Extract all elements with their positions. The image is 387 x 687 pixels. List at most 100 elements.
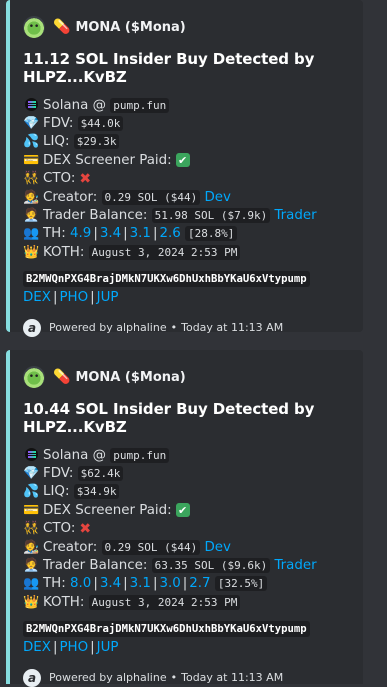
cross-icon: ✖ (79, 520, 92, 537)
quick-links: DEX | PHO | JUP (23, 290, 119, 306)
cto-line: 👯 CTO: ✖ (23, 520, 349, 538)
crown-icon: 👑 (23, 594, 40, 610)
cross-icon: ✖ (79, 170, 92, 187)
trader-icon: 🧑‍💼 (23, 208, 40, 224)
cto-label: CTO: (43, 521, 76, 537)
alphaline-icon: a (23, 318, 41, 337)
th-link[interactable]: 2.6 (159, 226, 180, 241)
creator-value: 0.29 SOL ($44) (101, 189, 201, 205)
pho-link[interactable]: PHO (59, 640, 88, 655)
dex-paid-label: DEX Screener Paid: (43, 502, 172, 518)
dex-paid-label: DEX Screener Paid: (43, 152, 172, 168)
embed-title: 10.44 SOL Insider Buy Detected by HLPZ..… (23, 400, 315, 436)
people-icon: 👯 (23, 171, 40, 187)
trader-label: Trader Balance: (43, 208, 148, 224)
footer-time: Today at 11:13 AM (181, 321, 284, 335)
cto-line: 👯 CTO: ✖ (23, 170, 349, 188)
th-line: 👥 TH: 8.0 | 3.4 | 3.1 | 3.0 | 2.7 [32.5%] (23, 575, 349, 593)
th-line: 👥 TH: 4.9 | 3.4 | 3.1 | 2.6 [28.8%] (23, 225, 349, 243)
fdv-line: 💎 FDV: $62.4k (23, 464, 349, 482)
people-icon: 👯 (23, 521, 40, 537)
author-name: MONA ($Mona) (75, 369, 186, 385)
chain-line: Solana @ pump.fun (23, 446, 349, 464)
footer-text: Powered by alphaline (49, 671, 167, 685)
trader-label: Trader Balance: (43, 558, 148, 574)
gem-icon: 💎 (23, 116, 40, 132)
pill-icon: 💊 (53, 369, 71, 385)
th-label: TH: (43, 226, 66, 242)
koth-value: August 3, 2024 2:53 PM (88, 594, 241, 610)
droplets-icon: 💦 (23, 134, 40, 150)
koth-line: 👑 KOTH: August 3, 2024 2:53 PM (23, 243, 349, 261)
creator-line: 🧑‍🎨 Creator: 0.29 SOL ($44) Dev (23, 188, 349, 206)
holders-icon: 👥 (23, 226, 40, 242)
th-link[interactable]: 3.1 (130, 226, 151, 241)
cto-label: CTO: (43, 171, 76, 187)
quick-links: DEX | PHO | JUP (23, 640, 119, 656)
alert-embed: •• 💊 MONA ($Mona) 11.12 SOL Insider Buy … (6, 0, 363, 337)
check-icon: ✔ (175, 503, 190, 518)
dex-screener-icon: 💳 (23, 152, 40, 168)
contract-address[interactable]: B2MWQnPXG4BrajDMkN7UKXw6DhUxhBbYKaU6xVty… (23, 620, 310, 637)
droplets-icon: 💦 (23, 484, 40, 500)
th-link[interactable]: 8.0 (70, 576, 91, 591)
embed-footer: a Powered by alphaline • Today at 11:13 AM (23, 318, 349, 337)
fdv-label: FDV: (43, 116, 74, 132)
th-label: TH: (43, 576, 66, 592)
fdv-label: FDV: (43, 466, 74, 482)
th-link[interactable]: 2.7 (189, 576, 210, 591)
chain-value: pump.fun (110, 447, 170, 463)
trader-line: 🧑‍💼 Trader Balance: 51.98 SOL ($7.9k) Tr… (23, 206, 349, 224)
creator-line: 🧑‍🎨 Creator: 0.29 SOL ($44) Dev (23, 538, 349, 556)
pill-icon: 💊 (53, 19, 71, 35)
liq-line: 💦 LIQ: $29.3k (23, 133, 349, 151)
contract-address[interactable]: B2MWQnPXG4BrajDMkN7UKXw6DhUxhBbYKaU6xVty… (23, 270, 310, 287)
th-link[interactable]: 3.1 (130, 576, 151, 591)
author-avatar[interactable]: •• (23, 366, 45, 388)
dex-link[interactable]: DEX (23, 290, 51, 305)
liq-value: $29.3k (73, 134, 120, 150)
footer-time: Today at 11:13 AM (181, 671, 284, 685)
koth-line: 👑 KOTH: August 3, 2024 2:53 PM (23, 593, 349, 611)
dev-link[interactable]: Dev (204, 190, 230, 205)
liq-label: LIQ: (43, 134, 70, 150)
trader-link[interactable]: Trader (274, 208, 316, 223)
author-name: MONA ($Mona) (75, 19, 186, 35)
dex-link[interactable]: DEX (23, 640, 51, 655)
pho-link[interactable]: PHO (59, 290, 88, 305)
solana-icon (23, 447, 40, 463)
creator-label: Creator: (43, 189, 98, 205)
author-avatar[interactable]: •• (23, 16, 45, 38)
th-link[interactable]: 3.4 (100, 226, 121, 241)
trader-value: 51.98 SOL ($7.9k) (151, 208, 271, 224)
embed-author: •• 💊 MONA ($Mona) (23, 14, 349, 40)
th-link[interactable]: 4.9 (70, 226, 91, 241)
creator-icon: 🧑‍🎨 (23, 189, 40, 205)
dex-screener-icon: 💳 (23, 502, 40, 518)
dev-link[interactable]: Dev (204, 540, 230, 555)
jup-link[interactable]: JUP (97, 640, 119, 655)
fdv-value: $44.0k (77, 116, 124, 132)
liq-line: 💦 LIQ: $34.9k (23, 483, 349, 501)
jup-link[interactable]: JUP (97, 290, 119, 305)
check-icon: ✔ (175, 153, 190, 168)
chain-value: pump.fun (110, 97, 170, 113)
th-link[interactable]: 3.4 (100, 576, 121, 591)
trader-value: 63.35 SOL ($9.6k) (151, 558, 271, 574)
footer-text: Powered by alphaline (49, 321, 167, 335)
chain-label: Solana @ (43, 97, 106, 113)
th-link[interactable]: 3.0 (159, 576, 180, 591)
fdv-line: 💎 FDV: $44.0k (23, 114, 349, 132)
koth-value: August 3, 2024 2:53 PM (88, 244, 241, 260)
gem-icon: 💎 (23, 466, 40, 482)
dex-paid-line: 💳 DEX Screener Paid: ✔ (23, 151, 349, 169)
embed-author: •• 💊 MONA ($Mona) (23, 364, 349, 390)
trader-link[interactable]: Trader (274, 558, 316, 573)
holders-icon: 👥 (23, 576, 40, 592)
solana-icon (23, 97, 40, 113)
alert-embed: •• 💊 MONA ($Mona) 10.44 SOL Insider Buy … (6, 350, 363, 687)
creator-icon: 🧑‍🎨 (23, 539, 40, 555)
trader-line: 🧑‍💼 Trader Balance: 63.35 SOL ($9.6k) Tr… (23, 556, 349, 574)
th-total: [32.5%] (214, 576, 268, 592)
crown-icon: 👑 (23, 244, 40, 260)
